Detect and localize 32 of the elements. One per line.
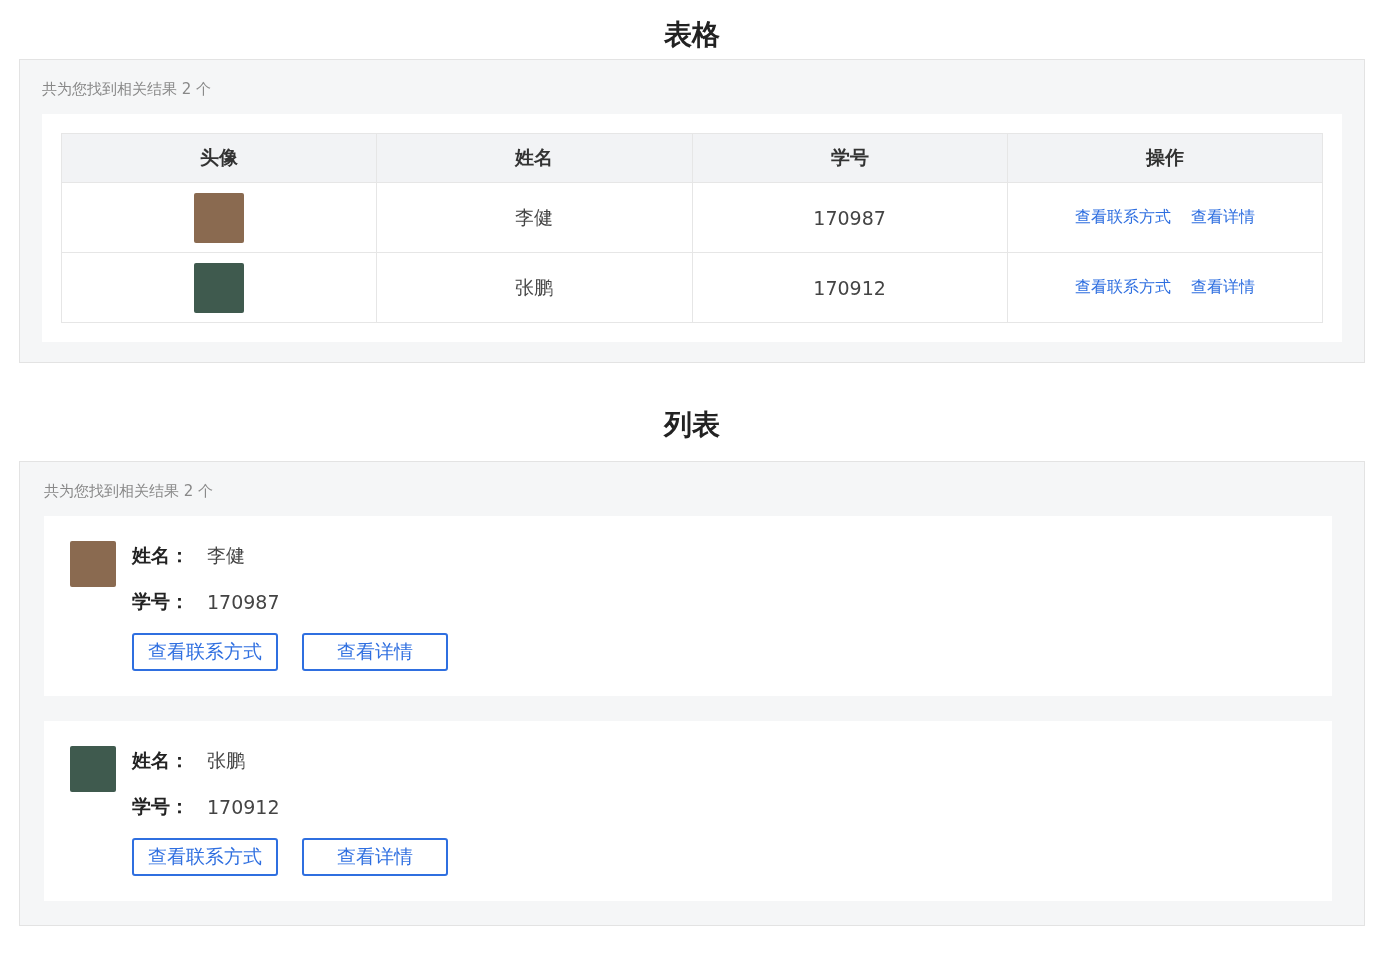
action-link[interactable]: 查看详情 <box>1190 277 1255 298</box>
photo-placeholder <box>194 192 245 243</box>
field-value: 张鹏 <box>207 748 245 773</box>
section-title: 列表 <box>662 407 721 443</box>
action-link[interactable]: 查看联系方式 <box>1074 277 1171 298</box>
field-label: 姓名： <box>132 543 190 568</box>
column-header: 头像 <box>61 133 377 183</box>
action-button[interactable]: 查看详情 <box>302 838 448 876</box>
table-cell: 李健 <box>376 182 692 253</box>
result-count: 共为您找到相关结果 2 个 <box>42 79 213 100</box>
action-link[interactable]: 查看详情 <box>1190 207 1255 228</box>
field-value: 170912 <box>207 796 280 818</box>
field-value: 李健 <box>207 543 245 568</box>
field-label: 学号： <box>132 589 190 614</box>
table-cell: 170912 <box>692 252 1008 323</box>
photo-placeholder <box>194 262 245 313</box>
column-header: 学号 <box>692 133 1008 183</box>
action-button[interactable]: 查看联系方式 <box>132 838 278 876</box>
section-title: 表格 <box>663 17 721 53</box>
field-value: 170987 <box>207 591 280 613</box>
column-header: 姓名 <box>376 133 692 183</box>
result-count: 共为您找到相关结果 2 个 <box>44 481 215 502</box>
action-link[interactable]: 查看联系方式 <box>1074 207 1171 228</box>
photo-placeholder <box>70 746 116 792</box>
table-cell: 张鹏 <box>376 252 692 323</box>
table-cell: 170987 <box>692 182 1008 253</box>
field-label: 姓名： <box>132 748 190 773</box>
field-label: 学号： <box>132 794 190 819</box>
action-button[interactable]: 查看详情 <box>302 633 448 671</box>
action-button[interactable]: 查看联系方式 <box>132 633 278 671</box>
photo-placeholder <box>70 541 116 587</box>
column-header: 操作 <box>1007 133 1323 183</box>
